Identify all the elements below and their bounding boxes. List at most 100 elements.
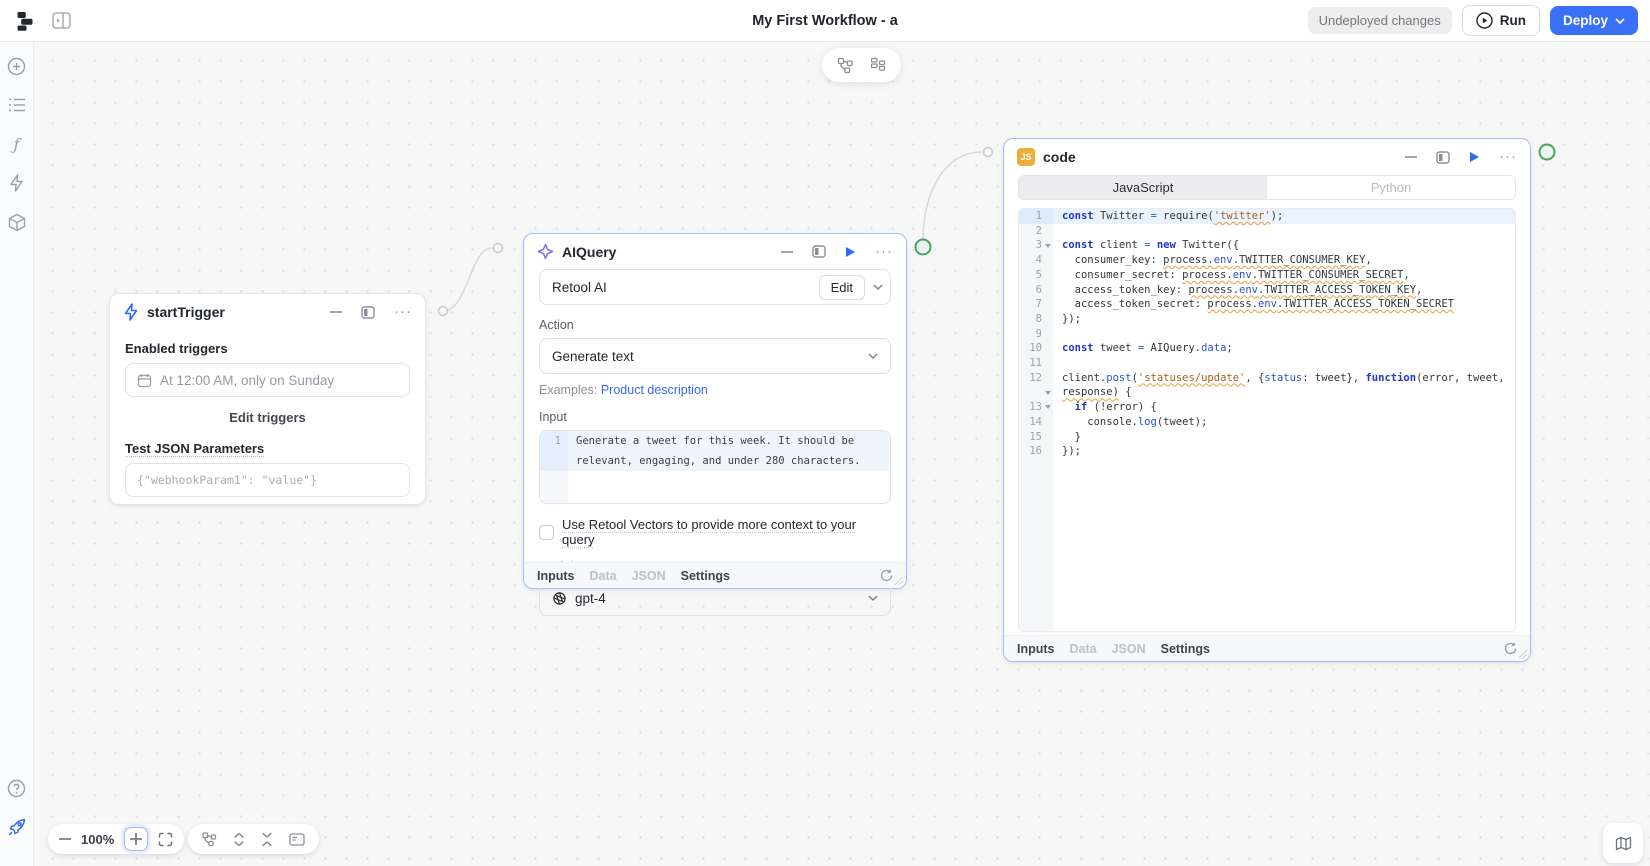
deploy-button[interactable]: Deploy: [1550, 6, 1638, 35]
collapse-all-icon[interactable]: [261, 832, 273, 847]
run-label: Run: [1500, 13, 1526, 28]
action-value: Generate text: [552, 349, 634, 364]
examples-link[interactable]: Product description: [601, 383, 708, 397]
left-rail: ƒ: [0, 42, 34, 866]
vectors-checkbox[interactable]: [539, 525, 554, 540]
block-list-icon[interactable]: [870, 57, 886, 73]
examples-label: Examples:: [539, 383, 597, 397]
action-label: Action: [539, 318, 891, 332]
line-number: 1: [540, 431, 568, 451]
prompt-editor[interactable]: 1Generate a tweet for this week. It shou…: [539, 430, 891, 504]
triggers-icon[interactable]: [7, 173, 27, 193]
undeployed-changes-badge: Undeployed changes: [1308, 7, 1452, 34]
toggle-left-panel-icon[interactable]: [52, 12, 71, 29]
node-title[interactable]: AIQuery: [562, 244, 616, 260]
node-start-trigger[interactable]: startTrigger ··· Enabled triggers At 12:…: [109, 293, 426, 505]
retool-logo-icon[interactable]: [12, 8, 38, 34]
tab-data[interactable]: Data: [1070, 642, 1097, 656]
run-button[interactable]: Run: [1462, 5, 1540, 36]
layout-controls: [188, 824, 319, 854]
vectors-checkbox-label[interactable]: Use Retool Vectors to provide more conte…: [562, 517, 891, 547]
open-panel-icon[interactable]: [361, 306, 375, 319]
prompt-line: Generate a tweet for this week. It shoul…: [568, 431, 854, 451]
openai-logo-icon: [552, 591, 567, 606]
minimize-icon[interactable]: [330, 311, 342, 313]
test-json-field[interactable]: [125, 463, 410, 497]
tab-data[interactable]: Data: [590, 569, 617, 583]
expand-all-icon[interactable]: [233, 832, 245, 847]
start-trigger-header: startTrigger ···: [110, 294, 425, 326]
enabled-triggers-label: Enabled triggers: [125, 341, 410, 356]
flow-graph-icon[interactable]: [837, 57, 854, 74]
trigger-bolt-icon: [123, 303, 139, 321]
tab-json[interactable]: JSON: [1112, 642, 1146, 656]
calendar-icon: [137, 373, 152, 388]
map-icon: [1615, 836, 1632, 851]
tab-json[interactable]: JSON: [632, 569, 666, 583]
tab-settings[interactable]: Settings: [681, 569, 730, 583]
language-tabs: JavaScript Python: [1018, 175, 1516, 200]
edit-resource-button[interactable]: Edit: [819, 275, 865, 300]
edit-triggers-link[interactable]: Edit triggers: [125, 410, 410, 425]
fit-view-icon[interactable]: [158, 832, 173, 847]
chevron-down-icon: [868, 353, 878, 359]
minimize-icon[interactable]: [1405, 156, 1417, 158]
resize-handle[interactable]: [894, 576, 904, 586]
more-menu-icon[interactable]: ···: [875, 247, 893, 257]
deploy-label: Deploy: [1563, 13, 1608, 28]
javascript-badge-icon: JS: [1017, 148, 1035, 166]
open-panel-icon[interactable]: [812, 245, 826, 258]
aiquery-header: AIQuery ···: [524, 234, 906, 265]
aiquery-footer: Inputs Data JSON Settings: [524, 562, 906, 588]
refresh-icon[interactable]: [1504, 642, 1517, 655]
tab-python[interactable]: Python: [1267, 176, 1515, 199]
node-title[interactable]: code: [1043, 149, 1076, 165]
more-menu-icon[interactable]: ···: [394, 307, 412, 317]
node-aiquery[interactable]: AIQuery ··· Retool AI Edit Action Genera…: [523, 233, 907, 589]
zoom-out-icon[interactable]: [59, 838, 71, 840]
chevron-down-icon: [1615, 18, 1625, 24]
canvas-mode-toolbar: [822, 48, 901, 82]
run-block-icon[interactable]: [845, 246, 856, 258]
code-header: JS code ···: [1004, 139, 1530, 171]
schedule-text: At 12:00 AM, only on Sunday: [160, 373, 334, 388]
zoom-level: 100%: [81, 832, 114, 847]
code-editor[interactable]: 1const Twitter = require('twitter');2 3c…: [1018, 208, 1516, 632]
rocket-icon[interactable]: [7, 817, 27, 837]
map-panel-button[interactable]: [1603, 823, 1643, 863]
prompt-line: relevant, engaging, and under 280 charac…: [568, 451, 860, 471]
tab-settings[interactable]: Settings: [1161, 642, 1210, 656]
chevron-down-icon: [868, 595, 878, 601]
topbar: My First Workflow - a Undeployed changes…: [0, 0, 1650, 42]
test-json-label: Test JSON Parameters: [125, 441, 264, 456]
chevron-down-icon[interactable]: [873, 284, 883, 290]
resource-select[interactable]: Retool AI Edit: [539, 269, 891, 305]
add-node-icon[interactable]: [7, 56, 27, 76]
more-menu-icon[interactable]: ···: [1499, 152, 1517, 162]
refresh-icon[interactable]: [880, 569, 893, 582]
rename-panel-icon[interactable]: [289, 833, 305, 846]
model-value: gpt-4: [575, 591, 606, 606]
zoom-in-icon[interactable]: [124, 827, 148, 851]
zoom-controls: 100%: [48, 824, 184, 854]
resize-handle[interactable]: [1518, 649, 1528, 659]
tab-inputs[interactable]: Inputs: [537, 569, 575, 583]
run-history-icon[interactable]: [7, 95, 27, 115]
open-panel-icon[interactable]: [1436, 151, 1450, 164]
run-block-icon[interactable]: [1469, 151, 1480, 163]
minimize-icon[interactable]: [781, 251, 793, 253]
test-json-input[interactable]: [137, 473, 398, 487]
code-footer: Inputs Data JSON Settings: [1004, 635, 1530, 661]
functions-icon[interactable]: ƒ: [7, 134, 27, 154]
help-icon[interactable]: [7, 778, 27, 798]
tab-inputs[interactable]: Inputs: [1017, 642, 1055, 656]
ai-sparkle-icon: [537, 243, 554, 260]
action-select[interactable]: Generate text: [539, 338, 891, 374]
input-label: Input: [539, 410, 891, 424]
resources-icon[interactable]: [7, 212, 27, 232]
schedule-field[interactable]: At 12:00 AM, only on Sunday: [125, 363, 410, 397]
node-title[interactable]: startTrigger: [147, 304, 225, 320]
node-code[interactable]: JS code ··· JavaScript Python 1const Twi…: [1003, 138, 1531, 662]
tab-javascript[interactable]: JavaScript: [1019, 176, 1267, 199]
auto-layout-icon[interactable]: [202, 832, 217, 847]
